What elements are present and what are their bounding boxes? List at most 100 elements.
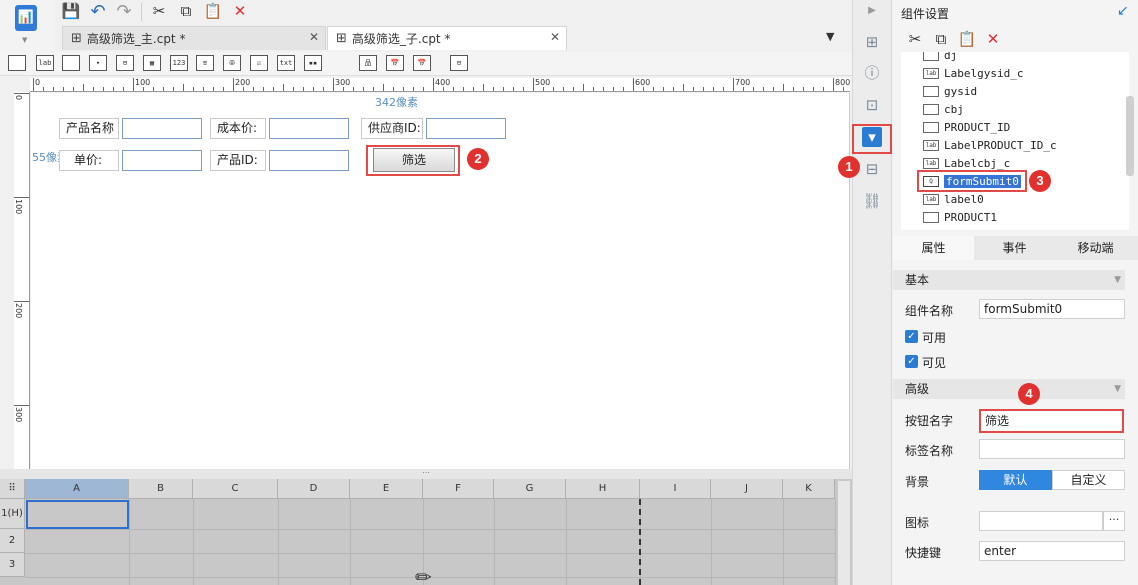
textarea-widget-icon[interactable]: ≡: [196, 55, 214, 71]
row-header[interactable]: 1(H): [0, 499, 25, 529]
tab-menu-icon[interactable]: ▼: [826, 30, 834, 43]
label-supplier-id[interactable]: 供应商ID:: [361, 118, 423, 139]
paste-icon[interactable]: 📋: [203, 1, 223, 21]
row-header[interactable]: 2: [0, 529, 25, 553]
enabled-checkbox[interactable]: ✓: [905, 330, 918, 343]
ruler-tick: [403, 87, 404, 91]
label-product-name[interactable]: 产品名称: [59, 118, 119, 139]
column-header-D[interactable]: D: [278, 479, 350, 499]
column-header-A[interactable]: A: [25, 479, 129, 499]
component-tree[interactable]: dj lab Labelgysid_c gysid cbj PRODUCT_ID lab La…: [901, 52, 1129, 230]
text-box-widget-icon[interactable]: [8, 55, 26, 71]
label-cost-price[interactable]: 成本价:: [210, 118, 266, 139]
column-header-I[interactable]: I: [640, 479, 711, 499]
input-product-id[interactable]: [269, 150, 349, 171]
section-basic[interactable]: 基本 ▼: [893, 270, 1125, 290]
checkbox-group-widget-icon[interactable]: ☑: [250, 55, 268, 71]
selected-cell-a1[interactable]: [26, 500, 129, 529]
label-product-id[interactable]: 产品ID:: [210, 150, 266, 171]
grid-widget-icon[interactable]: ▦: [143, 55, 161, 71]
copy-icon[interactable]: ⧉: [176, 1, 196, 21]
list-widget-icon[interactable]: ⊟: [450, 55, 468, 71]
tree-item-PRODUCT_ID[interactable]: PRODUCT_ID: [923, 118, 1010, 136]
icon-input[interactable]: [979, 511, 1103, 531]
radio-group-widget-icon[interactable]: ⦾: [223, 55, 241, 71]
tree-item-label0[interactable]: lab label0: [923, 190, 984, 208]
column-header-B[interactable]: B: [129, 479, 193, 499]
column-header-J[interactable]: J: [711, 479, 783, 499]
close-icon[interactable]: ✕: [550, 30, 560, 44]
background-default-toggle[interactable]: 默认: [979, 470, 1052, 490]
grid-corner-icon[interactable]: ⠿: [0, 479, 25, 499]
more-icon[interactable]: ···: [1103, 511, 1125, 531]
dropdown-tree-widget-icon[interactable]: ⊟: [116, 55, 134, 71]
row-header[interactable]: 3: [0, 553, 25, 577]
label-unit-price[interactable]: 单价:: [59, 150, 119, 171]
list-icon[interactable]: ⊟: [862, 159, 882, 179]
time-widget-icon[interactable]: 📅: [413, 55, 431, 71]
number-widget-icon[interactable]: 123: [170, 55, 188, 71]
visible-checkbox[interactable]: ✓: [905, 355, 918, 368]
date-widget-icon[interactable]: 📅: [386, 55, 404, 71]
tree-item-cbj[interactable]: cbj: [923, 100, 964, 118]
layout-icon[interactable]: ⊞: [862, 32, 882, 52]
delete-icon[interactable]: ✕: [230, 1, 250, 21]
tree-item-label: label0: [944, 192, 984, 206]
chevron-down-icon[interactable]: ▼: [22, 36, 27, 44]
input-product-name[interactable]: [122, 118, 202, 139]
form-design-canvas[interactable]: 342像素 55像素 产品名称 成本价: 供应商ID: 单价: 产品ID: 筛选…: [31, 93, 850, 469]
cell-grid[interactable]: ⠿ A B C D E F G H I J K 1(H) 2 3 ✏: [0, 479, 852, 585]
cut-icon[interactable]: ✂: [905, 29, 925, 49]
column-header-K[interactable]: K: [783, 479, 835, 499]
column-header-C[interactable]: C: [193, 479, 278, 499]
frame-icon[interactable]: ⊡: [862, 95, 882, 115]
save-icon[interactable]: 💾: [61, 1, 81, 21]
copy-icon[interactable]: ⧉: [931, 29, 951, 49]
text-widget-icon[interactable]: txt: [277, 55, 295, 71]
input-cost-price[interactable]: [269, 118, 349, 139]
input-supplier-id[interactable]: [426, 118, 506, 139]
tab-properties[interactable]: 属性: [893, 236, 974, 260]
delete-icon[interactable]: ✕: [983, 29, 1003, 49]
tree-item-PRODUCT1[interactable]: PRODUCT1: [923, 208, 997, 226]
shortcut-input[interactable]: enter: [979, 541, 1125, 561]
cut-icon[interactable]: ✂: [149, 1, 169, 21]
grid-scrollbar[interactable]: [838, 481, 850, 585]
undo-icon[interactable]: ↶: [88, 1, 108, 22]
section-advanced[interactable]: 高级 ▼: [893, 379, 1125, 399]
tree-scrollbar[interactable]: [1126, 96, 1134, 176]
button-name-input[interactable]: 筛选: [979, 409, 1124, 433]
widget-settings-icon[interactable]: ▾: [862, 127, 882, 147]
column-header-G[interactable]: G: [494, 479, 566, 499]
paste-icon[interactable]: 📋: [957, 29, 977, 49]
link-icon[interactable]: ⛓: [862, 191, 882, 211]
input-unit-price[interactable]: [122, 150, 202, 171]
info-icon[interactable]: ⓘ: [862, 63, 882, 83]
label-widget-icon[interactable]: lab: [36, 55, 54, 71]
column-header-H[interactable]: H: [566, 479, 640, 499]
tree-widget-icon[interactable]: 品: [359, 55, 377, 71]
dropdown-widget-icon[interactable]: ▾: [89, 55, 107, 71]
expand-arrow-icon[interactable]: ▶: [862, 1, 882, 21]
component-name-input[interactable]: formSubmit0: [979, 299, 1125, 319]
redo-icon[interactable]: ↷: [114, 1, 134, 22]
close-icon[interactable]: ✕: [309, 30, 319, 44]
tree-item-LabelPRODUCT_ID_c[interactable]: lab LabelPRODUCT_ID_c: [923, 136, 1057, 154]
tab-events[interactable]: 事件: [974, 236, 1055, 260]
column-header-E[interactable]: E: [350, 479, 423, 499]
tag-name-input[interactable]: [979, 439, 1125, 459]
splitter-handle[interactable]: ⋯: [0, 469, 852, 479]
column-header-F[interactable]: F: [423, 479, 494, 499]
filter-button[interactable]: 筛选: [373, 148, 455, 172]
tab-mobile[interactable]: 移动端: [1055, 236, 1136, 260]
chart-logo-icon[interactable]: 📊: [15, 5, 37, 31]
background-custom-toggle[interactable]: 自定义: [1052, 470, 1125, 490]
password-widget-icon[interactable]: ▪▪: [304, 55, 322, 71]
tree-item-dj[interactable]: dj: [923, 52, 957, 64]
collapse-icon[interactable]: ↙: [1117, 3, 1129, 19]
tree-item-gysid[interactable]: gysid: [923, 82, 977, 100]
tab-main-report[interactable]: ⊞ 高级筛选_主.cpt * ✕: [62, 26, 326, 50]
button-widget-icon[interactable]: [62, 55, 80, 71]
tab-sub-report[interactable]: ⊞ 高级筛选_子.cpt * ✕: [327, 26, 567, 50]
tree-item-Labelgysid_c[interactable]: lab Labelgysid_c: [923, 64, 1023, 82]
